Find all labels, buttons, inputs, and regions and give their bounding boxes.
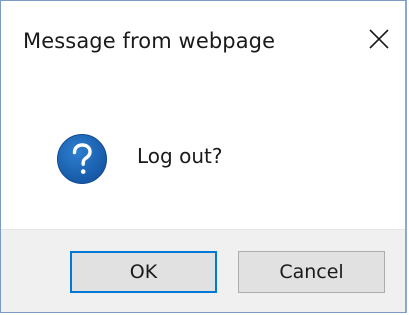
close-button[interactable] [361,21,397,57]
message-dialog: Message from webpage Log out? OK Cancel [0,0,407,313]
dialog-content: Log out? [1,81,405,229]
dialog-footer: OK Cancel [1,229,405,312]
dialog-titlebar: Message from webpage [1,1,405,81]
ok-button[interactable]: OK [70,251,217,293]
dialog-title: Message from webpage [23,29,276,53]
question-icon [57,134,107,184]
dialog-message: Log out? [137,144,223,168]
cancel-button[interactable]: Cancel [238,251,385,293]
close-icon [369,29,389,49]
